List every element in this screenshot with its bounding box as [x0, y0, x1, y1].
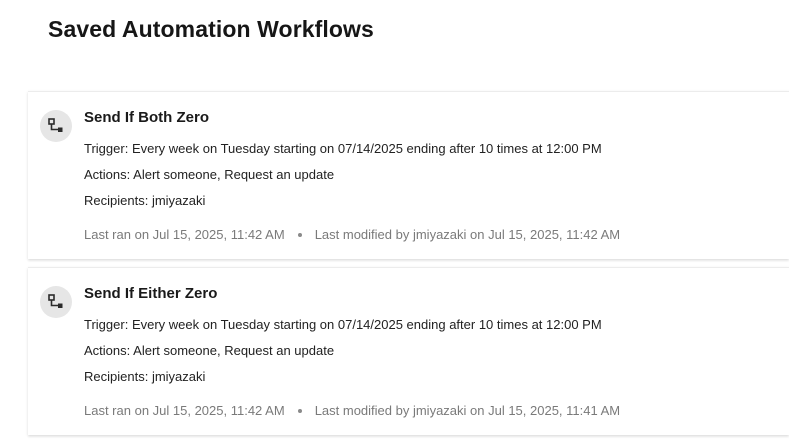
- recipients-value: jmiyazaki: [151, 193, 206, 208]
- actions-value: Alert someone, Request an update: [133, 343, 335, 358]
- workflow-meta: Last ran on Jul 15, 2025, 11:42 AM Last m…: [84, 401, 769, 421]
- last-ran-text: Last ran on Jul 15, 2025, 11:42 AM: [84, 403, 285, 418]
- workflow-name[interactable]: Send If Either Zero: [84, 284, 769, 304]
- workflow-card[interactable]: Send If Both Zero Trigger: Every week on…: [28, 91, 789, 259]
- workflow-diagram-icon: [40, 110, 72, 142]
- workflow-recipients: Recipients: jmiyazaki: [84, 191, 769, 217]
- separator-dot: [297, 232, 302, 237]
- trigger-label: Trigger:: [84, 317, 129, 332]
- last-ran-text: Last ran on Jul 15, 2025, 11:42 AM: [84, 227, 285, 242]
- workflow-details: Send If Either Zero Trigger: Every week …: [84, 284, 769, 421]
- workflow-card[interactable]: Send If Either Zero Trigger: Every week …: [28, 267, 789, 435]
- actions-value: Alert someone, Request an update: [133, 167, 335, 182]
- workflow-list: Send If Both Zero Trigger: Every week on…: [28, 91, 789, 443]
- workflow-actions: Actions: Alert someone, Request an updat…: [84, 165, 769, 191]
- workflow-details: Send If Both Zero Trigger: Every week on…: [84, 108, 769, 245]
- trigger-label: Trigger:: [84, 141, 129, 156]
- last-modified-text: Last modified by jmiyazaki on Jul 15, 20…: [314, 403, 621, 418]
- workflow-recipients: Recipients: jmiyazaki: [84, 367, 769, 393]
- trigger-value: Every week on Tuesday starting on 07/14/…: [131, 317, 602, 332]
- page-title: Saved Automation Workflows: [48, 16, 374, 42]
- trigger-value: Every week on Tuesday starting on 07/14/…: [131, 141, 602, 156]
- recipients-label: Recipients:: [84, 369, 149, 384]
- workflow-diagram-icon: [40, 286, 72, 318]
- actions-label: Actions:: [84, 343, 131, 358]
- saved-workflows-page: Saved Automation Workflows Send If Both …: [0, 0, 789, 445]
- actions-label: Actions:: [84, 167, 131, 182]
- workflow-name[interactable]: Send If Both Zero: [84, 108, 769, 128]
- workflow-meta: Last ran on Jul 15, 2025, 11:42 AM Last m…: [84, 225, 769, 245]
- recipients-value: jmiyazaki: [151, 369, 206, 384]
- last-modified-text: Last modified by jmiyazaki on Jul 15, 20…: [314, 227, 621, 242]
- workflow-trigger: Trigger: Every week on Tuesday starting …: [84, 315, 769, 341]
- recipients-label: Recipients:: [84, 193, 149, 208]
- separator-dot: [297, 408, 302, 413]
- workflow-actions: Actions: Alert someone, Request an updat…: [84, 341, 769, 367]
- workflow-trigger: Trigger: Every week on Tuesday starting …: [84, 139, 769, 165]
